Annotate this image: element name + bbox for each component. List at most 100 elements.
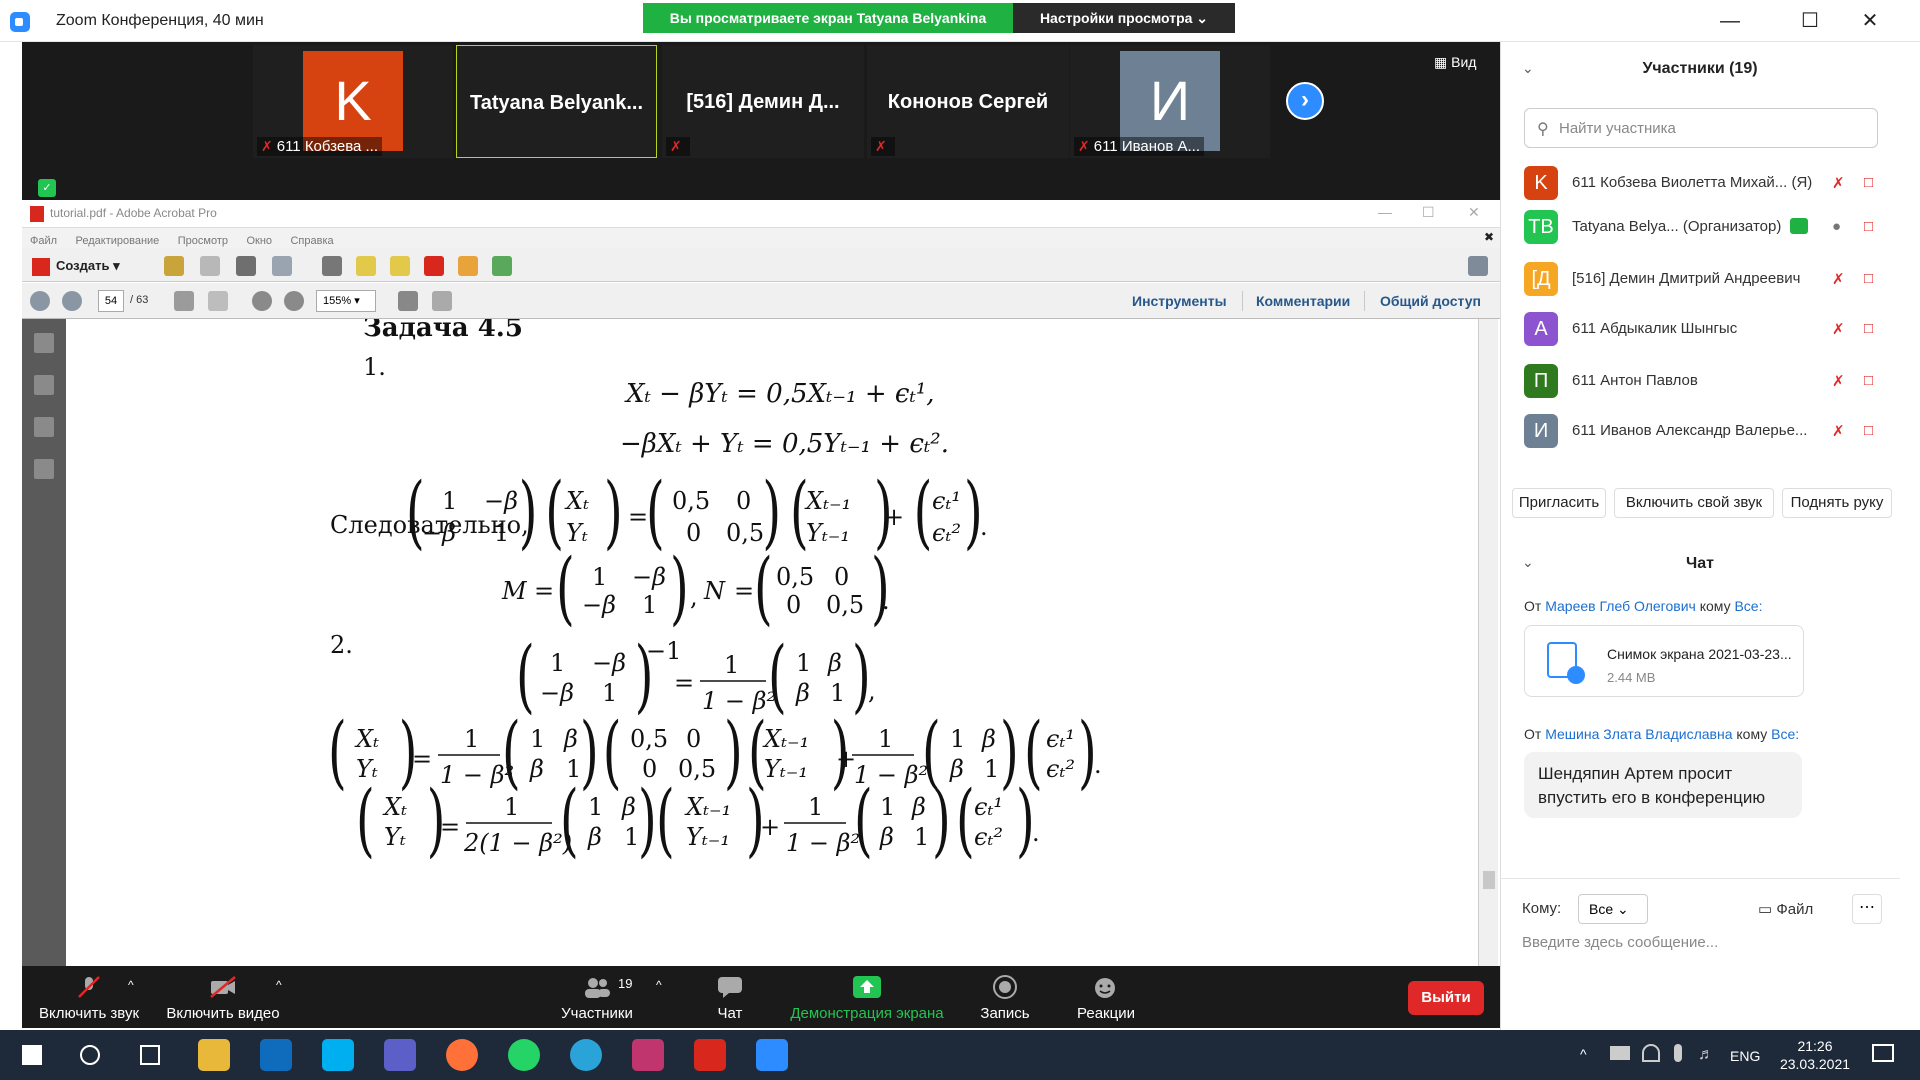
pages-icon[interactable] bbox=[34, 333, 54, 353]
whatsapp-icon[interactable] bbox=[508, 1039, 540, 1071]
zoom-level-select[interactable]: 155% ▾ bbox=[316, 290, 376, 312]
file-explorer-icon[interactable] bbox=[198, 1039, 230, 1071]
wifi-icon[interactable] bbox=[1642, 1044, 1660, 1062]
chat-message-input[interactable]: Введите здесь сообщение... bbox=[1522, 934, 1718, 951]
menu-view[interactable]: Просмотр bbox=[178, 235, 228, 247]
signatures-icon[interactable] bbox=[34, 459, 54, 479]
view-options-button[interactable]: Настройки просмотра ⌄ bbox=[1013, 3, 1235, 33]
acrobat-icon[interactable] bbox=[694, 1039, 726, 1071]
outlook-icon[interactable] bbox=[260, 1039, 292, 1071]
next-page-arrow-icon[interactable]: › bbox=[1286, 82, 1324, 120]
chat-button[interactable]: Чат bbox=[700, 975, 760, 1022]
email-icon[interactable] bbox=[272, 256, 292, 276]
participant-search-input[interactable]: ⚲ Найти участника bbox=[1524, 108, 1878, 148]
reactions-button[interactable]: Реакции bbox=[1066, 975, 1146, 1022]
fit-width-icon[interactable] bbox=[432, 291, 452, 311]
settings-gear-icon[interactable] bbox=[322, 256, 342, 276]
zoom-in-icon[interactable] bbox=[284, 291, 304, 311]
open-folder-icon[interactable] bbox=[164, 256, 184, 276]
hand-tool-icon[interactable] bbox=[208, 291, 228, 311]
sign-icon[interactable] bbox=[492, 256, 512, 276]
menu-edit[interactable]: Редактирование bbox=[76, 235, 160, 247]
comment-icon[interactable] bbox=[356, 256, 376, 276]
highlight-icon[interactable] bbox=[390, 256, 410, 276]
participant-row[interactable]: [Д [516] Демин Дмитрий Андреевич ✗ □ bbox=[1524, 256, 1894, 302]
zoom-out-icon[interactable] bbox=[252, 291, 272, 311]
recipient-name[interactable]: Все: bbox=[1771, 726, 1799, 742]
participant-row[interactable]: ТВ Tatyana Belya... (Организатор) ● □ bbox=[1524, 204, 1894, 250]
task-view-icon[interactable] bbox=[140, 1045, 160, 1065]
video-tile[interactable]: K ✗ 611 Кобзева ... bbox=[253, 45, 453, 158]
next-page-down-arrow-icon[interactable] bbox=[62, 291, 82, 311]
select-cursor-icon[interactable] bbox=[174, 291, 194, 311]
record-button[interactable]: Запись bbox=[970, 975, 1040, 1022]
zoom-icon[interactable] bbox=[756, 1039, 788, 1071]
more-options-icon[interactable]: ⋯ bbox=[1852, 894, 1882, 924]
bookmarks-icon[interactable] bbox=[34, 375, 54, 395]
fullscreen-icon[interactable] bbox=[1468, 256, 1488, 276]
create-button[interactable]: Создать ▾ bbox=[32, 254, 142, 278]
teams-icon[interactable] bbox=[384, 1039, 416, 1071]
participant-row[interactable]: А 611 Абдыкалик Шынгыс ✗ □ bbox=[1524, 306, 1894, 352]
app-icon[interactable] bbox=[632, 1039, 664, 1071]
tray-chevron-icon[interactable]: ^ bbox=[1580, 1046, 1587, 1062]
video-tile[interactable]: И ✗ 611 Иванов А... bbox=[1070, 45, 1270, 158]
notifications-icon[interactable] bbox=[1872, 1044, 1894, 1062]
video-tile-active[interactable]: Tatyana Belyank... bbox=[456, 45, 657, 158]
search-icon[interactable] bbox=[80, 1045, 100, 1065]
sender-name[interactable]: Мареев Глеб Олегович bbox=[1545, 598, 1696, 614]
recipient-name[interactable]: Все: bbox=[1734, 598, 1762, 614]
maximize-button[interactable]: ☐ bbox=[1788, 6, 1832, 36]
attachments-icon[interactable] bbox=[34, 417, 54, 437]
recipient-select[interactable]: Все ⌄ bbox=[1578, 894, 1648, 924]
tab-share[interactable]: Общий доступ bbox=[1380, 293, 1481, 309]
file-button[interactable]: ▭ Файл bbox=[1758, 900, 1813, 918]
download-icon[interactable] bbox=[1567, 666, 1585, 684]
view-button[interactable]: ▦ Вид bbox=[1434, 54, 1476, 71]
telegram-icon[interactable] bbox=[570, 1039, 602, 1071]
video-options-chevron-icon[interactable]: ^ bbox=[276, 978, 282, 992]
unmute-me-button[interactable]: Включить свой звук bbox=[1614, 488, 1774, 518]
export-icon[interactable] bbox=[458, 256, 478, 276]
participant-row[interactable]: K 611 Кобзева Виолетта Михай... (Я) ✗ □ bbox=[1524, 160, 1894, 206]
invite-button[interactable]: Пригласить bbox=[1512, 488, 1606, 518]
battery-icon[interactable] bbox=[1610, 1046, 1630, 1060]
menu-file[interactable]: Файл bbox=[30, 235, 57, 247]
fit-page-icon[interactable] bbox=[398, 291, 418, 311]
clock[interactable]: 21:26 23.03.2021 bbox=[1770, 1037, 1860, 1073]
skype-icon[interactable] bbox=[322, 1039, 354, 1071]
share-screen-button[interactable]: Демонстрация экрана bbox=[782, 975, 952, 1022]
close-doc-icon[interactable]: ✖ bbox=[1484, 230, 1494, 244]
menu-window[interactable]: Окно bbox=[246, 235, 272, 247]
scroll-thumb[interactable] bbox=[1483, 871, 1495, 889]
windows-start-icon[interactable] bbox=[22, 1045, 42, 1065]
volume-icon[interactable]: ♬ bbox=[1698, 1046, 1714, 1064]
menu-help[interactable]: Справка bbox=[290, 235, 333, 247]
leave-button[interactable]: Выйти bbox=[1408, 981, 1484, 1015]
sender-name[interactable]: Мешина Злата Владиславна bbox=[1545, 726, 1732, 742]
save-icon[interactable] bbox=[200, 256, 220, 276]
redact-icon[interactable] bbox=[424, 256, 444, 276]
acrobat-maximize-button[interactable]: ☐ bbox=[1422, 204, 1435, 221]
participant-row[interactable]: П 611 Антон Павлов ✗ □ bbox=[1524, 358, 1894, 404]
acrobat-close-button[interactable]: ✕ bbox=[1468, 204, 1480, 221]
acrobat-minimize-button[interactable]: — bbox=[1378, 204, 1392, 220]
tab-tools[interactable]: Инструменты bbox=[1132, 293, 1227, 309]
prev-page-up-arrow-icon[interactable] bbox=[30, 291, 50, 311]
tab-comments[interactable]: Комментарии bbox=[1256, 293, 1350, 309]
participant-row[interactable]: И 611 Иванов Александр Валерье... ✗ □ bbox=[1524, 408, 1894, 454]
encryption-shield-icon[interactable]: ✓ bbox=[38, 179, 56, 197]
participants-chevron-icon[interactable]: ^ bbox=[656, 978, 662, 992]
firefox-icon[interactable] bbox=[446, 1039, 478, 1071]
language-indicator[interactable]: ENG bbox=[1730, 1048, 1760, 1064]
microphone-icon[interactable] bbox=[1674, 1044, 1682, 1062]
file-attachment[interactable]: Снимок экрана 2021-03-23... 2.44 MB bbox=[1524, 625, 1804, 697]
audio-options-chevron-icon[interactable]: ^ bbox=[128, 978, 134, 992]
close-window-button[interactable]: ✕ bbox=[1848, 6, 1892, 36]
print-icon[interactable] bbox=[236, 256, 256, 276]
video-tile[interactable]: Кононов Сергей ✗ bbox=[867, 45, 1069, 158]
minimize-button[interactable]: — bbox=[1708, 6, 1752, 36]
page-number-input[interactable]: 54 bbox=[98, 290, 124, 312]
video-tile[interactable]: [516] Демин Д... ✗ bbox=[662, 45, 864, 158]
raise-hand-button[interactable]: Поднять руку bbox=[1782, 488, 1892, 518]
